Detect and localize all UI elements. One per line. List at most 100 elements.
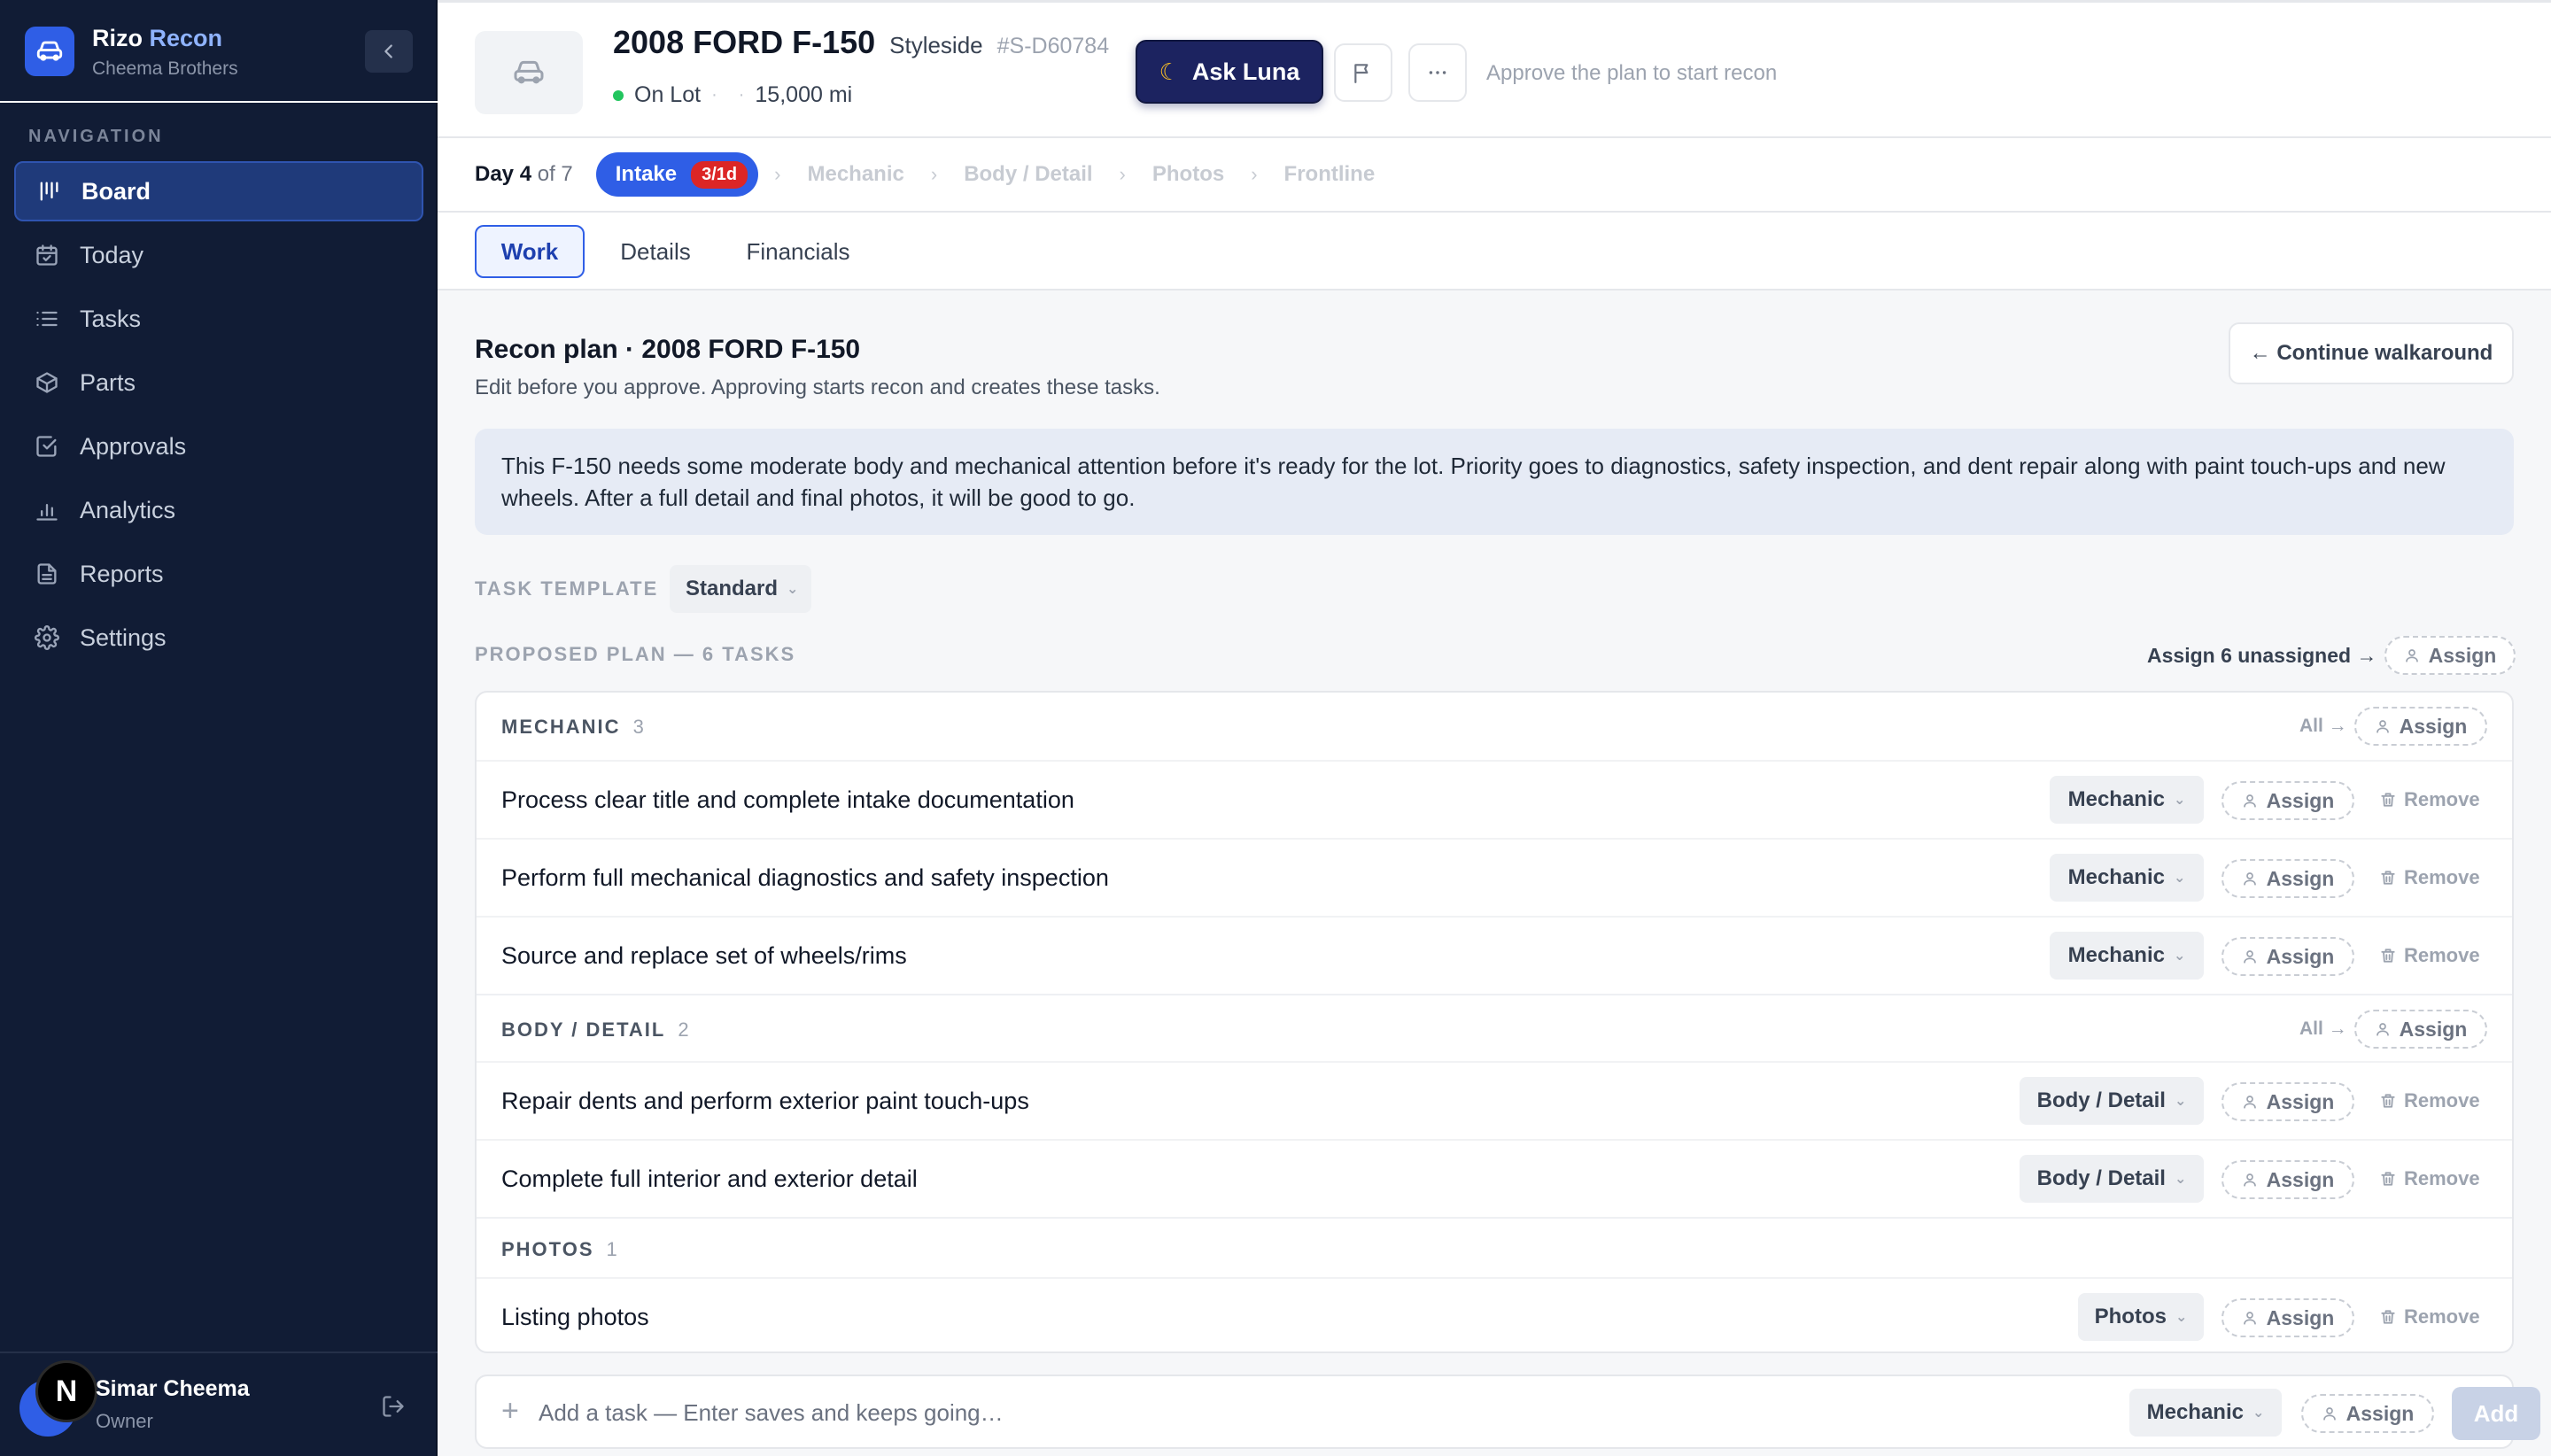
stage-body-detail[interactable]: Body / Detail	[964, 162, 1092, 187]
remove-button[interactable]: Remove	[2379, 1089, 2480, 1112]
more-horizontal-icon	[1429, 71, 1446, 74]
assign-button[interactable]: Assign	[2221, 781, 2354, 820]
group-name: MECHANIC 3	[501, 716, 644, 738]
chevron-down-icon: ⌄	[2174, 1172, 2187, 1187]
task-title[interactable]: Source and replace set of wheels/rims	[501, 942, 907, 970]
task-title[interactable]: Perform full mechanical diagnostics and …	[501, 864, 1109, 892]
sidebar-item-approvals[interactable]: Approvals	[14, 416, 423, 476]
task-title[interactable]: Repair dents and perform exterior paint …	[501, 1088, 1029, 1115]
box-icon	[34, 369, 60, 396]
stage-mechanic[interactable]: Mechanic	[807, 162, 903, 187]
brand: Rizo Recon Cheema Brothers	[0, 0, 438, 103]
assign-button[interactable]: Assign	[2221, 1298, 2354, 1337]
role-select[interactable]: Mechanic ⌄	[2050, 854, 2204, 902]
user-icon	[2242, 793, 2258, 809]
proposed-tasks: MECHANIC 3 All → Assign Process clear tit…	[475, 691, 2514, 1353]
flag-button[interactable]	[1334, 43, 1392, 102]
stage-photos[interactable]: Photos	[1152, 162, 1224, 187]
chevron-down-icon: ⌄	[2175, 1310, 2188, 1325]
stage-current[interactable]: Intake 3/1d	[595, 152, 759, 197]
task-row: Repair dents and perform exterior paint …	[477, 1061, 2512, 1139]
collapse-sidebar-button[interactable]	[365, 30, 413, 73]
sidebar-nav: Board Today Tasks Parts Approvals Analyt…	[14, 161, 423, 671]
role-select[interactable]: Mechanic ⌄	[2050, 776, 2204, 824]
assign-group-button[interactable]: Assign	[2354, 707, 2487, 746]
vehicle-meta: On Lot · · 15,000 mi	[613, 82, 852, 108]
remove-button[interactable]: Remove	[2379, 788, 2480, 811]
mileage: 15,000 mi	[755, 82, 853, 107]
task-template-select[interactable]: Standard ⌄	[670, 565, 811, 613]
task-row: Listing photos Photos ⌄ Assign Remove	[477, 1277, 2512, 1351]
app-name: Rizo Recon	[92, 25, 223, 51]
sidebar-item-reports[interactable]: Reports	[14, 544, 423, 604]
chevron-left-icon	[384, 44, 392, 58]
user-profile[interactable]: N Simar Cheema Owner	[0, 1351, 438, 1456]
sidebar-item-label: Settings	[80, 623, 167, 651]
assign-all-button[interactable]: Assign	[2384, 636, 2516, 675]
assign-all-group-link[interactable]: All →	[2299, 716, 2347, 737]
ask-luna-button[interactable]: ☾ Ask Luna	[1136, 40, 1323, 104]
stage-current-label: Intake	[615, 162, 678, 186]
chevron-down-icon: ⌄	[787, 582, 799, 597]
sidebar-item-analytics[interactable]: Analytics	[14, 480, 423, 540]
remove-button[interactable]: Remove	[2379, 1305, 2480, 1328]
trash-icon	[2381, 871, 2395, 885]
tab-financials[interactable]: Financials	[733, 225, 863, 278]
n-badge[interactable]: N	[35, 1360, 97, 1422]
trash-icon	[2381, 1172, 2395, 1186]
remove-button[interactable]: Remove	[2379, 1167, 2480, 1190]
sidebar-item-today[interactable]: Today	[14, 225, 423, 285]
vehicle-title-row: 2008 FORD F-150 Styleside #S-D60784	[613, 24, 1109, 61]
gear-icon	[34, 624, 60, 651]
assign-button[interactable]: Assign	[2221, 1082, 2354, 1121]
chevron-down-icon: ⌄	[2252, 1406, 2265, 1421]
plus-icon: +	[501, 1394, 519, 1428]
chevron-right-icon: ›	[1119, 163, 1126, 185]
sidebar-item-tasks[interactable]: Tasks	[14, 289, 423, 349]
tab-details[interactable]: Details	[601, 225, 710, 278]
add-task-button[interactable]: Add	[2452, 1387, 2540, 1440]
assign-all-group-link[interactable]: All →	[2299, 1018, 2347, 1040]
task-title[interactable]: Complete full interior and exterior deta…	[501, 1166, 918, 1193]
role-select[interactable]: Mechanic ⌄	[2050, 932, 2204, 980]
user-icon	[2242, 949, 2258, 964]
remove-button[interactable]: Remove	[2379, 944, 2480, 967]
add-task-input[interactable]	[539, 1392, 1513, 1433]
role-select[interactable]: Body / Detail ⌄	[2020, 1077, 2204, 1125]
sidebar-item-board[interactable]: Board	[14, 161, 423, 221]
chevron-right-icon: ›	[930, 163, 938, 185]
continue-walkaround-button[interactable]: ← Continue walkaround	[2229, 322, 2514, 384]
assign-unassigned-link[interactable]: Assign 6 unassigned →	[2147, 644, 2377, 668]
role-select[interactable]: Photos ⌄	[2078, 1293, 2204, 1341]
trash-icon	[2381, 1094, 2395, 1108]
list-icon	[34, 306, 60, 332]
user-name: Simar Cheema	[96, 1376, 250, 1401]
logout-icon[interactable]	[381, 1394, 407, 1421]
remove-button[interactable]: Remove	[2379, 866, 2480, 889]
trash-icon	[2381, 793, 2395, 807]
user-icon	[2242, 1172, 2258, 1188]
sidebar-item-parts[interactable]: Parts	[14, 352, 423, 413]
assign-button[interactable]: Assign	[2221, 1160, 2354, 1199]
group-header-body-detail: BODY / DETAIL 2 All → Assign	[477, 994, 2512, 1061]
assign-group-button[interactable]: Assign	[2354, 1010, 2487, 1049]
sidebar-item-settings[interactable]: Settings	[14, 608, 423, 668]
car-logo-icon	[25, 27, 74, 76]
new-task-role-select[interactable]: Mechanic ⌄	[2129, 1389, 2282, 1437]
more-options-button[interactable]	[1408, 43, 1467, 102]
user-icon	[2242, 871, 2258, 887]
task-title[interactable]: Process clear title and complete intake …	[501, 786, 1074, 814]
stage-time-badge: 3/1d	[691, 160, 748, 189]
role-select[interactable]: Body / Detail ⌄	[2020, 1155, 2204, 1203]
assign-button[interactable]: Assign	[2221, 859, 2354, 898]
tab-work[interactable]: Work	[475, 225, 585, 278]
check-square-icon	[34, 433, 60, 460]
user-icon	[2404, 647, 2420, 663]
chevron-right-icon: ›	[1251, 163, 1258, 185]
assign-button[interactable]: Assign	[2221, 937, 2354, 976]
new-task-assign-button[interactable]: Assign	[2301, 1394, 2434, 1433]
task-title[interactable]: Listing photos	[501, 1304, 649, 1331]
user-icon	[2375, 1021, 2391, 1037]
task-template-label: TASK TEMPLATE	[475, 577, 659, 600]
stage-frontline[interactable]: Frontline	[1284, 162, 1376, 187]
